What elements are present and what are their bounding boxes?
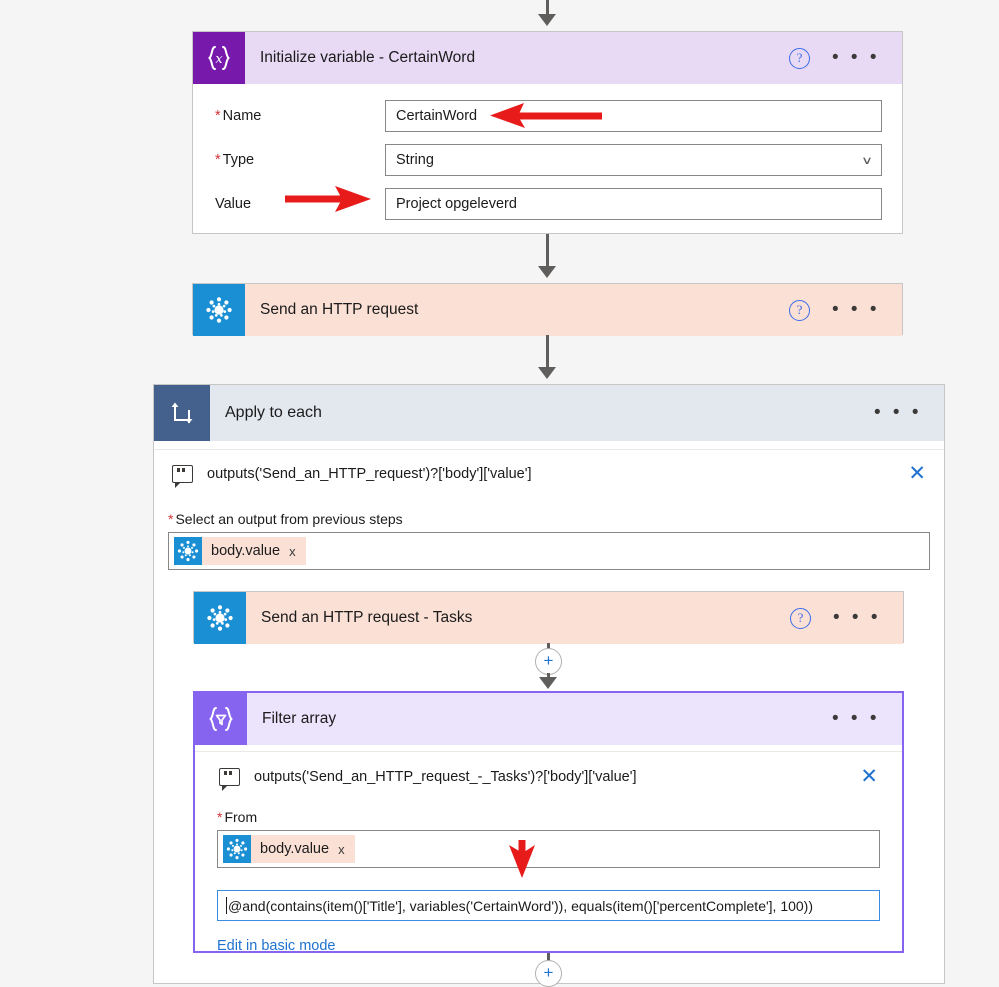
sharepoint-icon [174, 537, 202, 565]
expression-bar-filter-array: outputs('Send_an_HTTP_request_-_Tasks')?… [195, 751, 902, 801]
add-step-button-bottom[interactable]: + [535, 960, 562, 987]
card-header-send-http-request[interactable]: Send an HTTP request ? • • • [193, 284, 902, 336]
type-select-value: String [396, 152, 434, 168]
type-select[interactable]: String ∨ [385, 144, 882, 176]
connector-arrow-1 [538, 266, 556, 278]
card-filter-array[interactable]: Filter array • • • outputs('Send_an_HTTP… [193, 691, 904, 954]
card-header-filter-array[interactable]: Filter array • • • [195, 693, 902, 745]
close-icon[interactable]: ✕ [860, 766, 878, 787]
from-field-input[interactable]: body.value x [217, 830, 880, 868]
card-header-actions: • • • [832, 709, 902, 728]
add-step-button[interactable]: + [535, 648, 562, 675]
card-title-send-http-request: Send an HTTP request [260, 301, 419, 318]
connector-arrow-2 [538, 367, 556, 379]
connector-line-2 [546, 335, 549, 370]
output-selector-input[interactable]: body.value x [168, 532, 930, 570]
sharepoint-icon [193, 284, 245, 336]
expression-bar-apply-to-each: outputs('Send_an_HTTP_request')?['body']… [154, 449, 944, 497]
more-menu-icon[interactable]: • • • [832, 300, 880, 319]
card-apply-to-each[interactable]: Apply to each • • • outputs('Send_an_HTT… [153, 384, 945, 987]
condition-expression-input[interactable]: @and(contains(item()['Title'], variables… [217, 890, 880, 921]
text-caret [226, 897, 227, 914]
card-title-apply-to-each: Apply to each [225, 404, 322, 421]
connector-line-1 [546, 234, 549, 269]
expression-bubble-icon [219, 767, 240, 791]
sharepoint-icon [223, 835, 251, 863]
help-icon[interactable]: ? [789, 607, 811, 629]
from-field-label: From [217, 809, 880, 825]
expression-bubble-icon [172, 464, 193, 488]
card-header-actions: • • • [874, 403, 944, 422]
card-header-initialize-variable[interactable]: x Initialize variable - CertainWord ? • … [193, 32, 902, 84]
filter-braces-icon [195, 693, 247, 745]
name-input[interactable]: CertainWord [385, 100, 882, 132]
field-label-type: Type [215, 152, 385, 168]
card-header-actions: ? • • • [789, 607, 903, 629]
help-icon[interactable]: ? [788, 299, 810, 321]
card-header-send-http-request-tasks[interactable]: Send an HTTP request - Tasks ? • • • [194, 592, 903, 644]
card-send-http-request[interactable]: Send an HTTP request ? • • • [192, 283, 903, 336]
field-label-name: Name [215, 108, 385, 124]
filter-array-body: From [195, 801, 902, 954]
chevron-down-icon: ∨ [860, 154, 874, 167]
output-selector-section: Select an output from previous steps [154, 497, 944, 570]
output-selector-label: Select an output from previous steps [168, 511, 930, 527]
card-send-http-request-tasks[interactable]: Send an HTTP request - Tasks ? • • • [193, 591, 904, 644]
card-header-actions: ? • • • [788, 299, 902, 321]
sharepoint-icon [194, 592, 246, 644]
field-row-type: Type String ∨ [215, 144, 882, 176]
condition-expression-text: @and(contains(item()['Title'], variables… [228, 897, 813, 914]
help-icon[interactable]: ? [788, 47, 810, 69]
card-header-apply-to-each[interactable]: Apply to each • • • [154, 385, 944, 441]
more-menu-icon[interactable]: • • • [833, 608, 881, 627]
svg-text:x: x [215, 52, 223, 67]
connector-arrow-3 [539, 677, 557, 689]
token-chip-label: body.value [260, 841, 330, 857]
arrow-to-condition-expression-icon [500, 838, 546, 880]
token-remove-icon[interactable]: x [289, 544, 296, 559]
connector-arrow-top [538, 14, 556, 26]
edit-in-basic-mode-link[interactable]: Edit in basic mode [217, 938, 335, 954]
token-chip-body-value[interactable]: body.value x [223, 835, 355, 863]
card-header-actions: ? • • • [788, 47, 902, 69]
apply-to-each-expression: outputs('Send_an_HTTP_request')?['body']… [207, 465, 532, 482]
variable-braces-x-icon: x [193, 32, 245, 84]
close-icon[interactable]: ✕ [908, 463, 926, 484]
token-chip-label: body.value [211, 543, 281, 559]
arrow-to-value-field-icon [283, 183, 375, 215]
loop-repeat-icon [154, 385, 210, 441]
value-input[interactable]: Project opgeleverd [385, 188, 882, 220]
filter-array-expression: outputs('Send_an_HTTP_request_-_Tasks')?… [254, 768, 637, 785]
token-remove-icon[interactable]: x [338, 842, 345, 857]
card-title-initialize-variable: Initialize variable - CertainWord [260, 49, 476, 66]
card-title-filter-array: Filter array [262, 710, 337, 727]
more-menu-icon[interactable]: • • • [832, 709, 880, 728]
more-menu-icon[interactable]: • • • [874, 403, 922, 422]
card-title-send-http-request-tasks: Send an HTTP request - Tasks [261, 609, 473, 626]
token-chip-body-value[interactable]: body.value x [174, 537, 306, 565]
more-menu-icon[interactable]: • • • [832, 48, 880, 67]
arrow-to-name-field-icon [484, 100, 606, 132]
flow-designer-canvas: x Initialize variable - CertainWord ? • … [0, 0, 999, 987]
